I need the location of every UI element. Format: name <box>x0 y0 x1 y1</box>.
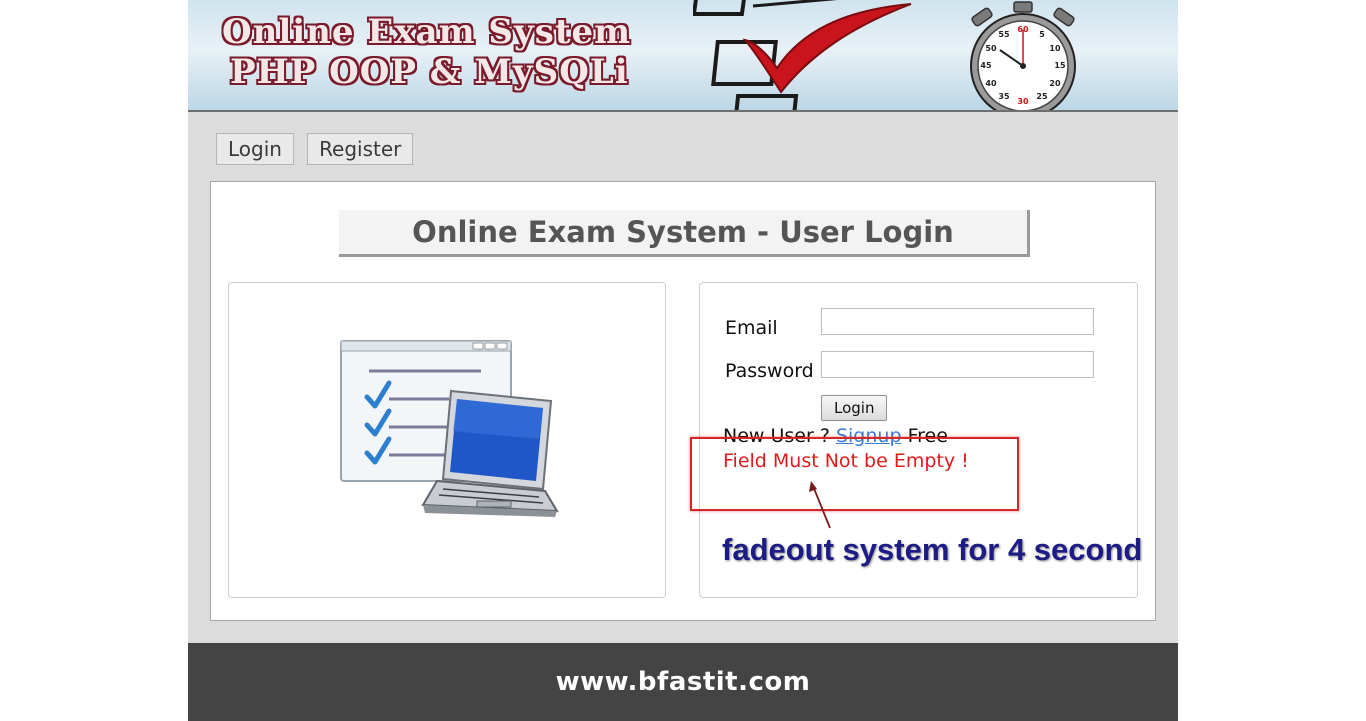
laptop-icon <box>340 340 559 517</box>
page-wrapper: Online Exam System PHP OOP & MySQLi 60 5… <box>188 0 1178 721</box>
nav-login-button[interactable]: Login <box>216 133 294 165</box>
top-nav: Login Register <box>216 133 421 165</box>
password-label: Password <box>725 360 814 382</box>
login-submit-button[interactable]: Login <box>821 395 888 421</box>
stopwatch-number: 15 <box>1054 61 1066 70</box>
footer: www.bfastit.com <box>188 643 1178 721</box>
footer-text: www.bfastit.com <box>555 667 811 697</box>
stopwatch-number: 45 <box>980 61 992 70</box>
password-field[interactable] <box>821 351 1094 378</box>
stopwatch-icon: 60 5 10 15 20 25 30 35 40 45 50 55 <box>970 1 1076 110</box>
annotation-arrow-icon <box>809 481 831 529</box>
stopwatch-number: 25 <box>1036 92 1048 101</box>
stopwatch-number: 5 <box>1039 30 1045 39</box>
banner-title-line1: Online Exam System <box>222 12 632 52</box>
page-title: Online Exam System - User Login <box>339 210 1030 257</box>
stopwatch-number: 50 <box>985 44 997 53</box>
annotation-highlight-box <box>690 437 1019 511</box>
email-field[interactable] <box>821 308 1094 335</box>
stopwatch-number: 20 <box>1049 79 1061 88</box>
email-label: Email <box>725 317 778 339</box>
nav-register-button[interactable]: Register <box>307 133 414 165</box>
illustration-box <box>228 282 666 598</box>
stopwatch-number: 35 <box>998 92 1010 101</box>
stopwatch-number: 40 <box>985 79 997 88</box>
header-banner: Online Exam System PHP OOP & MySQLi 60 5… <box>188 0 1178 112</box>
stopwatch-number: 10 <box>1049 44 1061 53</box>
stopwatch-number: 30 <box>1017 97 1029 106</box>
annotation-text: fadeout system for 4 second <box>722 532 1143 567</box>
checklist-icon <box>693 0 912 110</box>
stopwatch-number: 55 <box>998 30 1010 39</box>
banner-title-line2: PHP OOP & MySQLi <box>230 52 629 92</box>
